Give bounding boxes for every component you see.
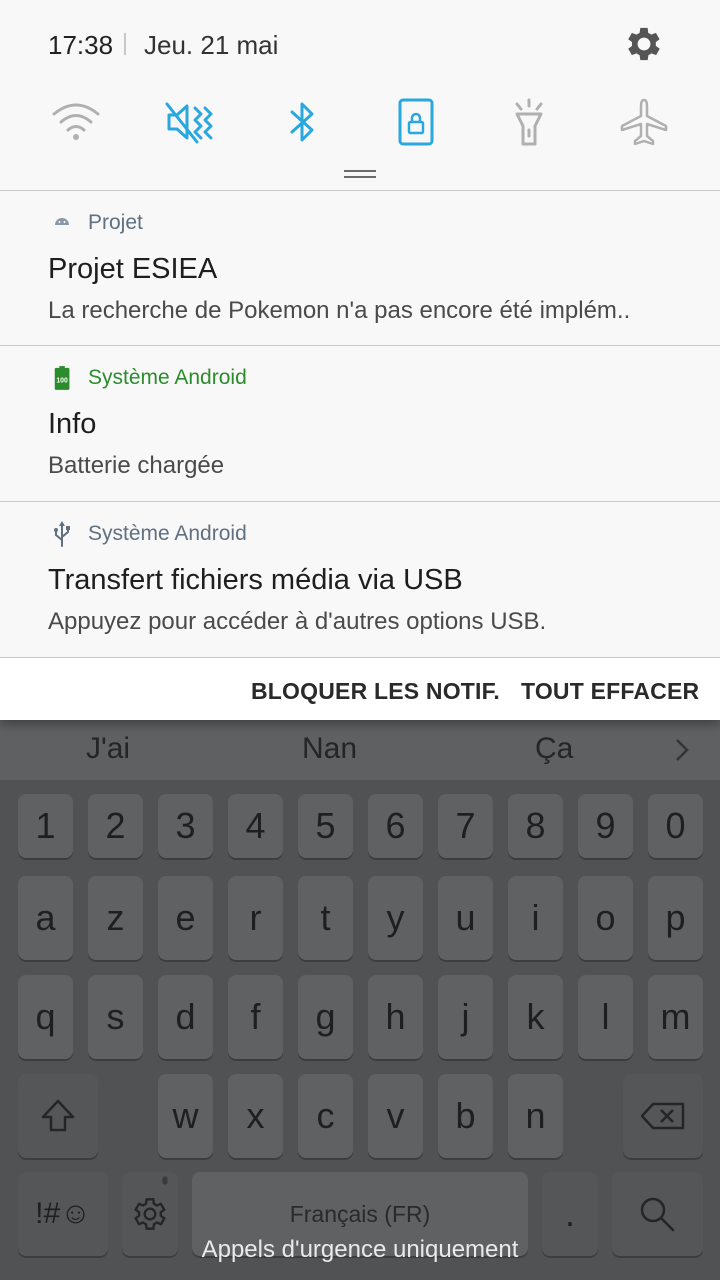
- key[interactable]: m: [648, 975, 703, 1059]
- usb-icon: [54, 521, 70, 547]
- key[interactable]: 5: [298, 794, 353, 858]
- search-icon: [640, 1197, 675, 1232]
- suggestion[interactable]: Ça: [535, 732, 573, 766]
- backspace-key[interactable]: [623, 1074, 703, 1158]
- key[interactable]: y: [368, 876, 423, 960]
- key[interactable]: 0: [648, 794, 703, 858]
- key[interactable]: z: [88, 876, 143, 960]
- key[interactable]: c: [298, 1074, 353, 1158]
- key[interactable]: q: [18, 975, 73, 1059]
- app-name: Système Android: [88, 522, 247, 545]
- rotation-lock-icon[interactable]: [384, 90, 448, 154]
- keyboard: 1 2 3 4 5 6 7 8 9 0 a z e r t y u i o p …: [0, 780, 720, 1280]
- notification-title: Transfert fichiers média via USB: [48, 564, 463, 596]
- key[interactable]: k: [508, 975, 563, 1059]
- key[interactable]: a: [18, 876, 73, 960]
- key[interactable]: n: [508, 1074, 563, 1158]
- key[interactable]: 8: [508, 794, 563, 858]
- key[interactable]: 2: [88, 794, 143, 858]
- key[interactable]: u: [438, 876, 493, 960]
- key[interactable]: i: [508, 876, 563, 960]
- status-row: 17:38 Jeu. 21 mai: [0, 0, 720, 90]
- notification-shade: 17:38 Jeu. 21 mai Projet Projet ESIEA La…: [0, 0, 720, 720]
- chevron-right-icon[interactable]: [672, 737, 692, 763]
- notification-text: Appuyez pour accéder à d'autres options …: [48, 608, 547, 635]
- shift-icon: [41, 1099, 75, 1132]
- key[interactable]: r: [228, 876, 283, 960]
- key[interactable]: v: [368, 1074, 423, 1158]
- key[interactable]: e: [158, 876, 213, 960]
- key[interactable]: 4: [228, 794, 283, 858]
- key[interactable]: s: [88, 975, 143, 1059]
- notification-battery[interactable]: 100 Système Android Info Batterie chargé…: [0, 346, 720, 501]
- key[interactable]: o: [578, 876, 633, 960]
- clock: 17:38: [48, 30, 114, 60]
- flashlight-icon[interactable]: [497, 90, 561, 154]
- key[interactable]: 1: [18, 794, 73, 858]
- key[interactable]: h: [368, 975, 423, 1059]
- key[interactable]: j: [438, 975, 493, 1059]
- notification-usb[interactable]: Système Android Transfert fichiers média…: [0, 502, 720, 657]
- mute-icon[interactable]: [157, 90, 221, 154]
- notification-title: Info: [48, 408, 97, 440]
- gear-icon: [134, 1198, 166, 1230]
- android-icon: [55, 218, 69, 225]
- emergency-calls-text: Appels d'urgence uniquement: [201, 1236, 519, 1263]
- key[interactable]: b: [438, 1074, 493, 1158]
- key[interactable]: 9: [578, 794, 633, 858]
- notification-text: La recherche de Pokemon n'a pas encore é…: [48, 297, 631, 324]
- battery-level: 100: [56, 378, 68, 385]
- key[interactable]: x: [228, 1074, 283, 1158]
- notification-actions: BLOQUER LES NOTIF. TOUT EFFACER: [0, 658, 720, 720]
- bluetooth-icon[interactable]: [270, 90, 334, 154]
- key[interactable]: 3: [158, 794, 213, 858]
- notification-projet[interactable]: Projet Projet ESIEA La recherche de Poke…: [0, 191, 720, 346]
- drag-handle[interactable]: [344, 170, 376, 178]
- key[interactable]: l: [578, 975, 633, 1059]
- divider: [124, 33, 126, 55]
- clear-all-button[interactable]: TOUT EFFACER: [521, 678, 699, 705]
- battery-icon: 100: [54, 366, 70, 390]
- gear-icon[interactable]: [622, 22, 666, 66]
- block-notifications-button[interactable]: BLOQUER LES NOTIF.: [251, 678, 500, 705]
- airplane-icon[interactable]: [612, 90, 676, 154]
- key[interactable]: 7: [438, 794, 493, 858]
- notification-title: Projet ESIEA: [48, 253, 218, 285]
- notification-text: Batterie chargée: [48, 452, 225, 479]
- shift-key[interactable]: [18, 1074, 98, 1158]
- app-name: Système Android: [88, 366, 247, 389]
- key[interactable]: f: [228, 975, 283, 1059]
- app-name: Projet: [88, 211, 143, 234]
- key[interactable]: p: [648, 876, 703, 960]
- suggestion[interactable]: Nan: [302, 732, 357, 766]
- key[interactable]: g: [298, 975, 353, 1059]
- wifi-icon[interactable]: [44, 90, 108, 154]
- key[interactable]: w: [158, 1074, 213, 1158]
- key[interactable]: t: [298, 876, 353, 960]
- key[interactable]: 6: [368, 794, 423, 858]
- suggestion[interactable]: J'ai: [86, 732, 130, 766]
- backspace-icon: [640, 1102, 685, 1130]
- quick-settings: [0, 90, 720, 154]
- key[interactable]: d: [158, 975, 213, 1059]
- date: Jeu. 21 mai: [144, 30, 279, 60]
- microphone-icon: [162, 1176, 168, 1185]
